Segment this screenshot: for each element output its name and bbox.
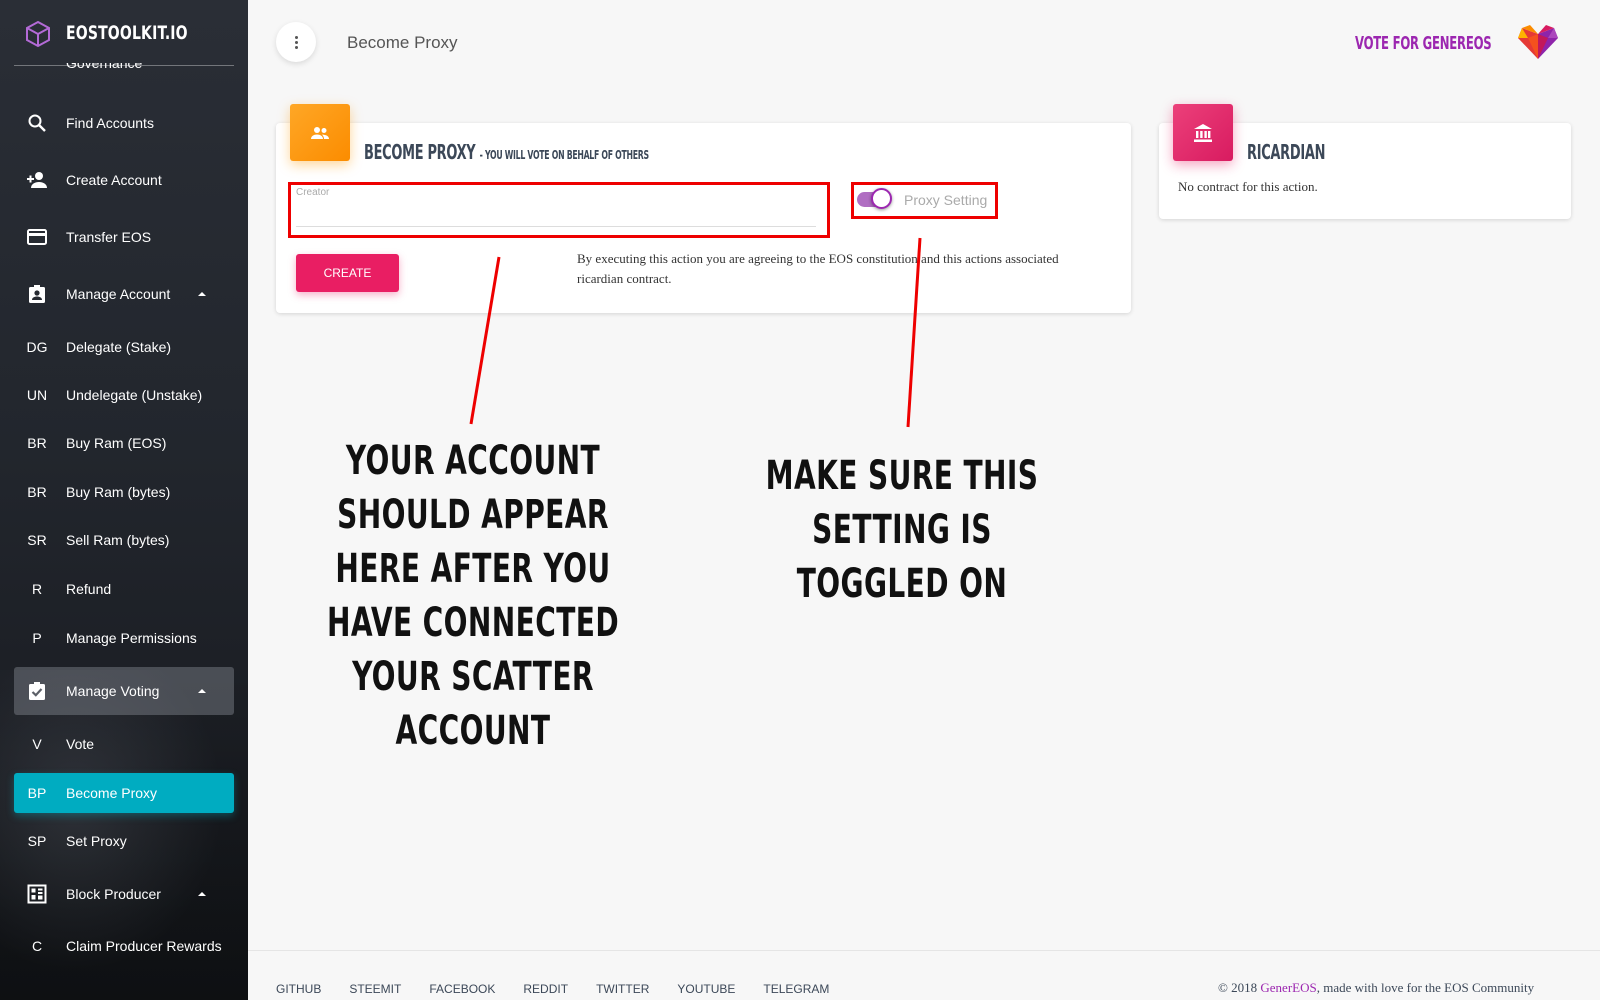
sidebar-item-label: Sell Ram (bytes) [66, 532, 170, 548]
create-button[interactable]: CREATE [296, 254, 399, 292]
footer-link-facebook[interactable]: FACEBOOK [429, 982, 495, 996]
sidebar-item-refund[interactable]: R Refund [14, 569, 234, 609]
footer-link-twitter[interactable]: TWITTER [596, 982, 649, 996]
ricardian-title: RICARDIAN [1247, 140, 1326, 164]
chevron-up-icon [198, 892, 206, 896]
sidebar-item-governance[interactable]: Governance [66, 63, 142, 71]
sidebar-item-label: Create Account [66, 172, 162, 188]
agreement-text: By executing this action you are agreein… [577, 251, 1059, 286]
footer-link-github[interactable]: GITHUB [276, 982, 321, 996]
sidebar-item-manage-account[interactable]: Manage Account [14, 274, 234, 314]
sidebar-item-label: Set Proxy [66, 833, 127, 849]
search-icon [26, 112, 48, 134]
add-person-icon [26, 169, 48, 191]
copyright: © 2018 GenerEOS, made with love for the … [1218, 980, 1534, 996]
sidebar-item-label: Delegate (Stake) [66, 339, 172, 355]
copyright-suffix: , made with love for the EOS Community [1316, 980, 1535, 995]
sidebar: EOSTOOLKIT.IO Governance Find Accounts C… [0, 0, 248, 1000]
more-vert-icon [294, 35, 298, 49]
sidebar-item-vote[interactable]: V Vote [14, 724, 234, 764]
sidebar-item-label: Find Accounts [66, 115, 154, 131]
sidebar-item-abbr: BR [27, 435, 47, 451]
clipboard-check-icon [26, 680, 48, 702]
bank-icon [1173, 104, 1233, 161]
sidebar-item-label: Buy Ram (bytes) [66, 484, 171, 500]
annotation-toggle-note: MAKE SURE THIS SETTING IS TOGGLED ON [765, 453, 1039, 607]
genereos-heart-logo-icon[interactable] [1516, 24, 1560, 60]
footer-divider [248, 950, 1600, 951]
brand-name[interactable]: EOSTOOLKIT.IO [66, 22, 188, 44]
ricardian-text: No contract for this action. [1178, 179, 1318, 194]
annotation-account-note: YOUR ACCOUNT SHOULD APPEAR HERE AFTER YO… [326, 438, 620, 754]
sidebar-item-sell-ram[interactable]: SR Sell Ram (bytes) [14, 520, 234, 560]
group-icon [290, 104, 350, 161]
sidebar-item-label: Block Producer [66, 886, 161, 902]
sidebar-item-label: Manage Account [66, 286, 171, 302]
copyright-prefix: © 2018 [1218, 980, 1261, 995]
creator-input[interactable] [296, 203, 816, 227]
sidebar-item-buy-ram-eos[interactable]: BR Buy Ram (EOS) [14, 423, 234, 463]
sidebar-item-abbr: BP [27, 785, 47, 801]
card-subtitle: - YOU WILL VOTE ON BEHALF OF OTHERS [479, 148, 649, 162]
chevron-up-icon [198, 689, 206, 693]
sidebar-item-abbr: P [32, 630, 42, 646]
chevron-up-icon [198, 292, 206, 296]
sidebar-item-label: Transfer EOS [66, 229, 152, 245]
proxy-setting-toggle-knob[interactable] [871, 188, 892, 209]
sidebar-item-find-accounts[interactable]: Find Accounts [14, 103, 234, 143]
sidebar-item-create-account[interactable]: Create Account [14, 160, 234, 200]
sidebar-item-label: Manage Permissions [66, 630, 197, 646]
footer-links: GITHUB STEEMIT FACEBOOK REDDIT TWITTER Y… [276, 982, 857, 996]
sidebar-item-claim-rewards[interactable]: C Claim Producer Rewards [14, 926, 234, 966]
sidebar-item-label: Vote [66, 736, 95, 752]
sidebar-item-label: Manage Voting [66, 683, 160, 699]
sidebar-item-abbr: UN [26, 387, 48, 403]
sidebar-item-label: Undelegate (Unstake) [66, 387, 203, 403]
footer-link-steemit[interactable]: STEEMIT [349, 982, 401, 996]
sidebar-item-abbr: DG [26, 339, 48, 355]
proxy-setting-label: Proxy Setting [904, 192, 988, 208]
sidebar-item-become-proxy[interactable]: BP Become Proxy [14, 773, 234, 813]
footer-link-reddit[interactable]: REDDIT [523, 982, 568, 996]
sidebar-item-set-proxy[interactable]: SP Set Proxy [14, 821, 234, 861]
become-proxy-title: BECOME PROXY - YOU WILL VOTE ON BEHALF O… [364, 140, 649, 164]
sidebar-item-block-producer[interactable]: Block Producer [14, 874, 234, 914]
sidebar-item-manage-permissions[interactable]: P Manage Permissions [14, 618, 234, 658]
sidebar-item-abbr: C [31, 938, 43, 954]
badge-icon [26, 283, 48, 305]
sidebar-item-abbr: SR [27, 532, 47, 548]
sidebar-item-label: Refund [66, 581, 112, 597]
sidebar-item-undelegate[interactable]: UN Undelegate (Unstake) [14, 375, 234, 415]
sidebar-item-label: Claim Producer Rewards [66, 938, 222, 954]
sidebar-item-abbr: SP [27, 833, 47, 849]
more-menu-button[interactable] [276, 22, 316, 62]
sidebar-item-abbr: BR [27, 484, 47, 500]
sidebar-item-buy-ram-bytes[interactable]: BR Buy Ram (bytes) [14, 472, 234, 512]
card-title-text: BECOME PROXY [364, 140, 476, 164]
sidebar-item-delegate[interactable]: DG Delegate (Stake) [14, 327, 234, 367]
creator-label: Creator [296, 187, 330, 198]
sidebar-item-label: Become Proxy [66, 785, 158, 801]
sidebar-item-abbr: V [32, 736, 42, 752]
sidebar-item-label: Buy Ram (EOS) [66, 435, 167, 451]
sidebar-item-manage-voting[interactable]: Manage Voting [14, 667, 234, 715]
dashboard-icon [26, 883, 48, 905]
credit-card-icon [26, 226, 48, 248]
genereos-link[interactable]: GenerEOS [1260, 980, 1316, 995]
vote-for-genereos-link[interactable]: VOTE FOR GENEREOS [1355, 33, 1492, 54]
sidebar-item-transfer-eos[interactable]: Transfer EOS [14, 217, 234, 257]
cube-logo-icon [26, 20, 50, 48]
footer-link-telegram[interactable]: TELEGRAM [763, 982, 829, 996]
page-title: Become Proxy [347, 33, 458, 52]
footer-link-youtube[interactable]: YOUTUBE [677, 982, 735, 996]
sidebar-item-abbr: R [31, 581, 43, 597]
